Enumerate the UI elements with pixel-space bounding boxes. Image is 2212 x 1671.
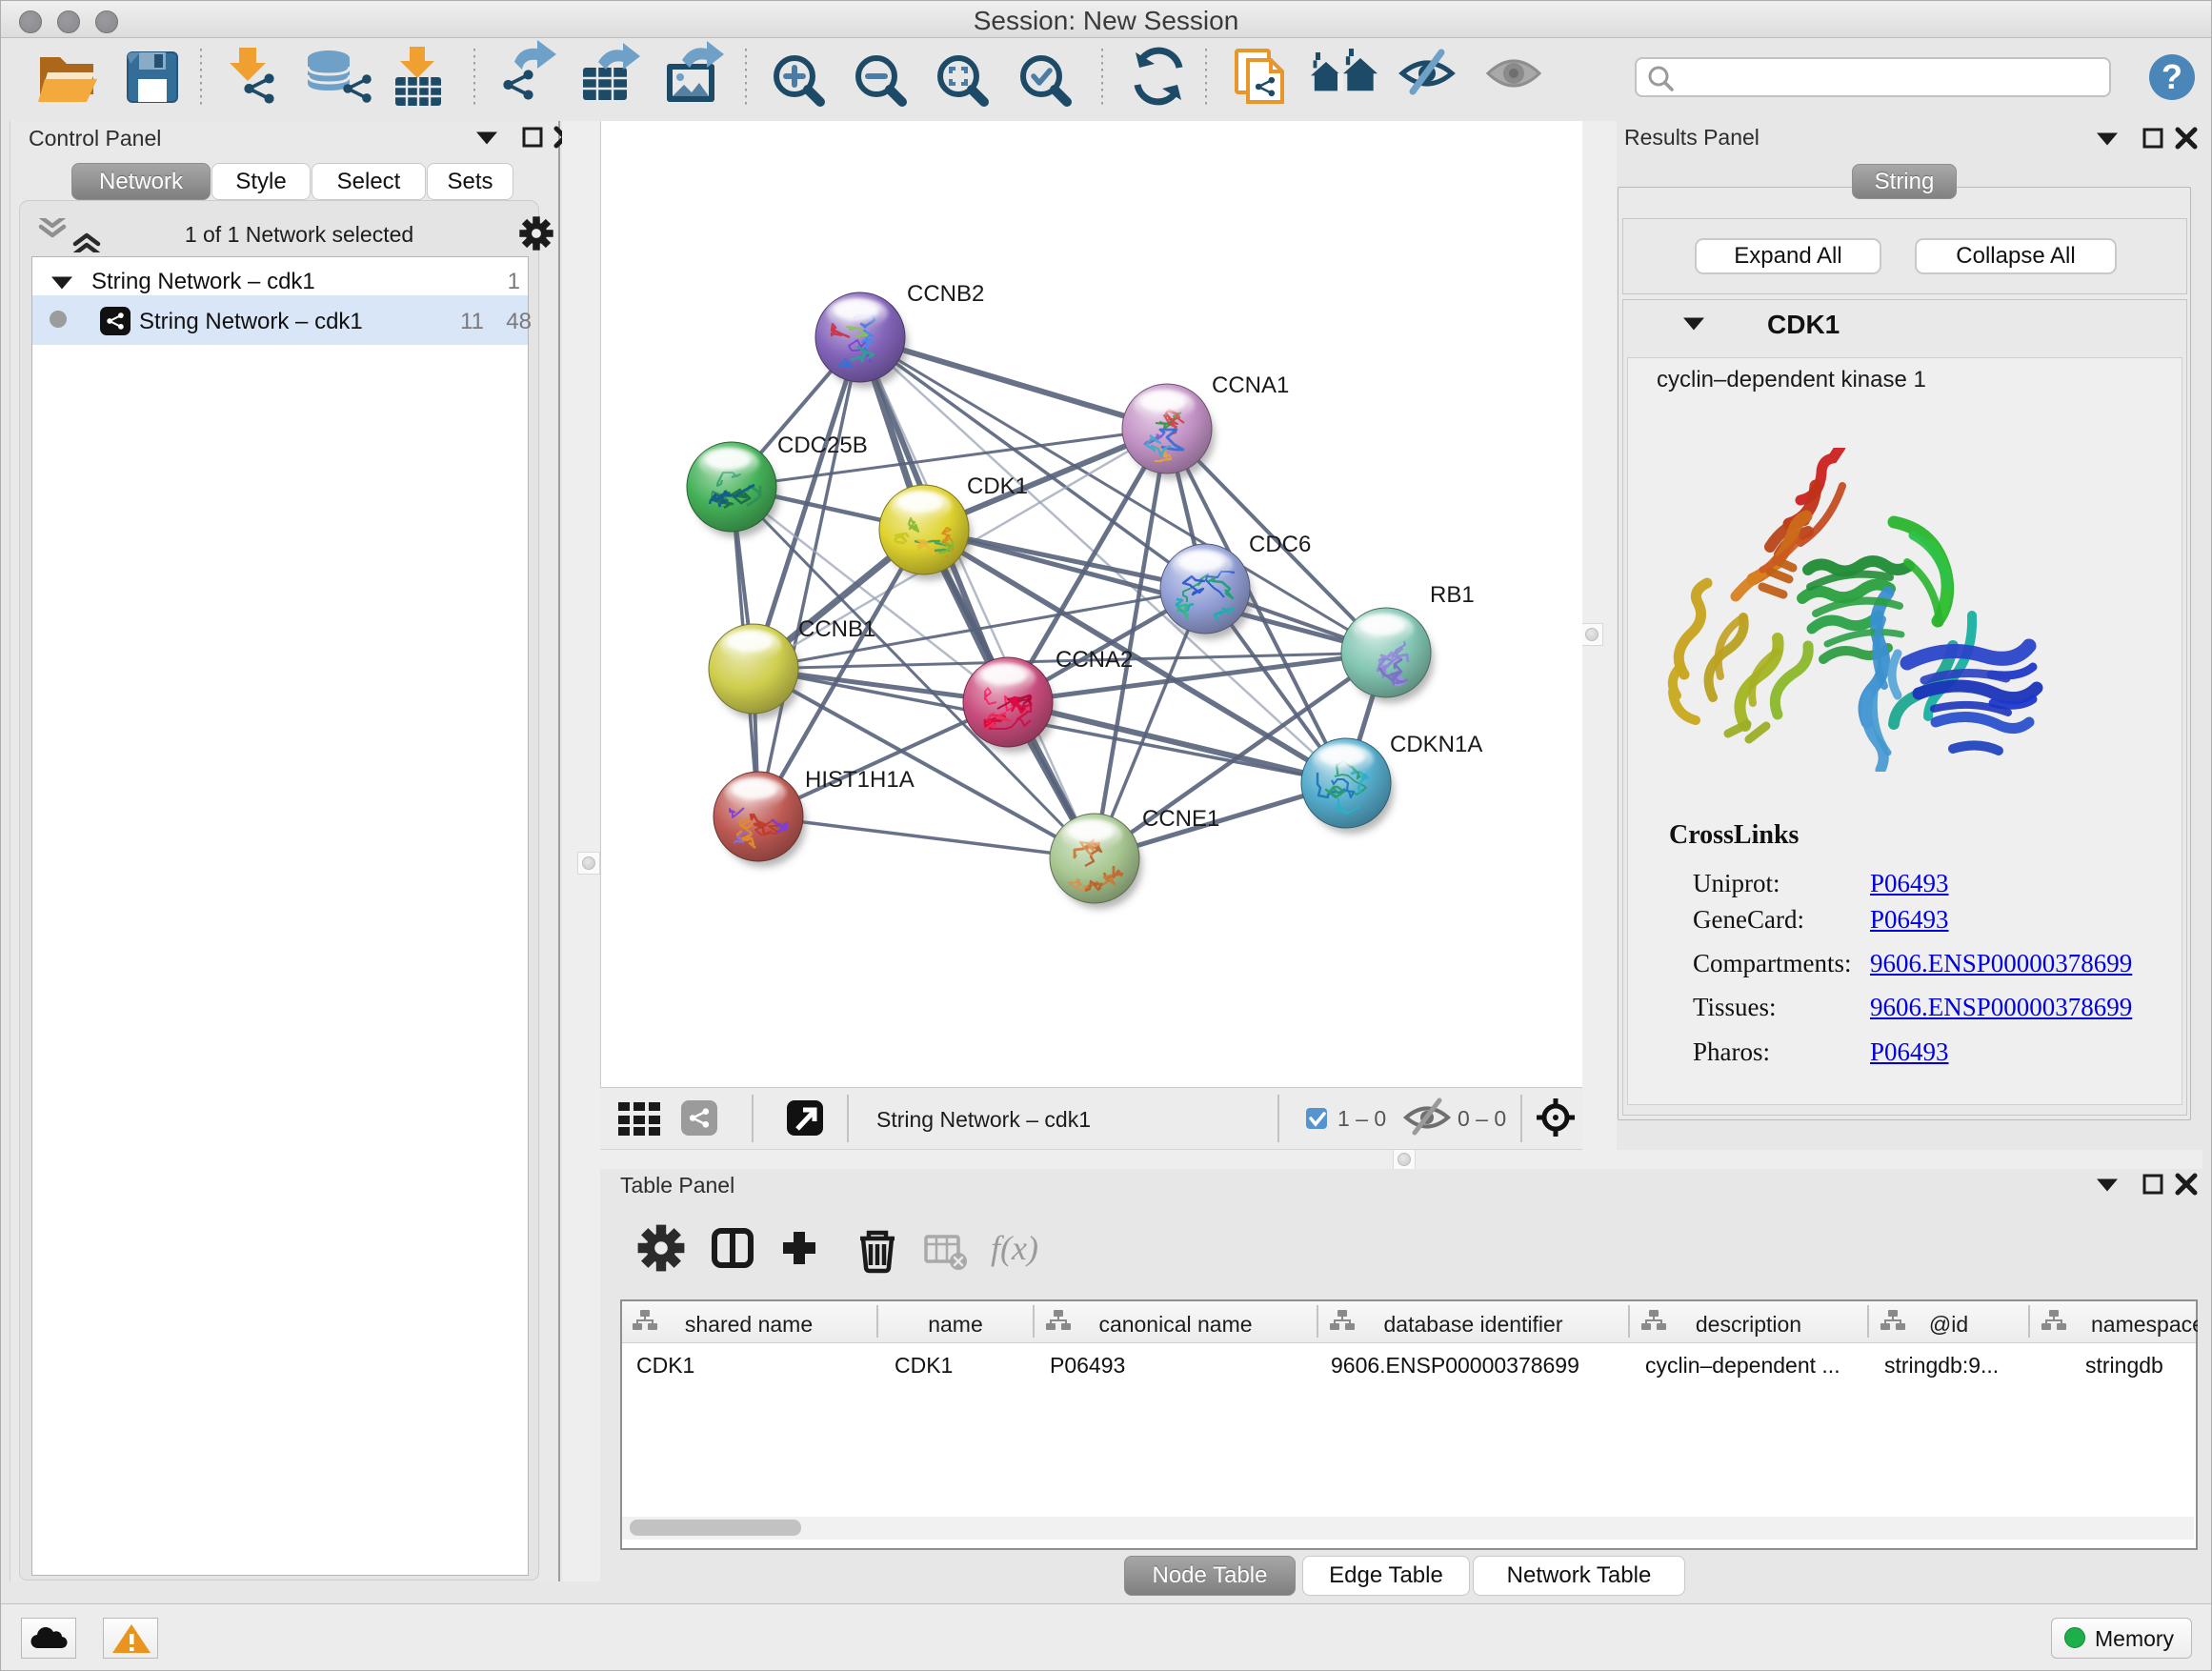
svg-text:1 – 0: 1 – 0 (1337, 1106, 1386, 1131)
svg-text:f(x): f(x) (991, 1229, 1038, 1267)
svg-text:CCNA2: CCNA2 (1056, 647, 1133, 673)
svg-text:CDK1: CDK1 (967, 473, 1028, 499)
svg-text:String Network – cdk1: String Network – cdk1 (876, 1107, 1091, 1132)
svg-text:CDK1: CDK1 (636, 1353, 694, 1378)
svg-text:HIST1H1A: HIST1H1A (805, 767, 915, 793)
svg-text:namespace: namespace (2091, 1312, 2198, 1337)
svg-text:?: ? (2162, 57, 2182, 96)
svg-text:database identifier: database identifier (1384, 1312, 1563, 1337)
svg-text:CCNA1: CCNA1 (1212, 372, 1289, 398)
svg-text:CCNB1: CCNB1 (798, 616, 875, 642)
svg-text:shared name: shared name (685, 1312, 813, 1337)
svg-text:CCNE1: CCNE1 (1142, 806, 1219, 832)
svg-text:P06493: P06493 (1050, 1353, 1125, 1378)
svg-text:stringdb: stringdb (2085, 1353, 2163, 1378)
svg-text:description: description (1696, 1312, 1801, 1337)
svg-text:CDC25B: CDC25B (777, 433, 868, 458)
svg-text:canonical name: canonical name (1098, 1312, 1252, 1337)
svg-text:RB1: RB1 (1430, 582, 1475, 608)
svg-text:stringdb:9...: stringdb:9... (1884, 1353, 1999, 1378)
svg-text:CDC6: CDC6 (1249, 532, 1311, 557)
svg-text:@id: @id (1929, 1312, 1968, 1337)
svg-text:9606.ENSP00000378699: 9606.ENSP00000378699 (1331, 1353, 1579, 1378)
svg-text:0 – 0: 0 – 0 (1458, 1106, 1506, 1131)
svg-text:cyclin–dependent ...: cyclin–dependent ... (1645, 1353, 1840, 1378)
svg-text:name: name (928, 1312, 983, 1337)
svg-text:CDK1: CDK1 (895, 1353, 953, 1378)
svg-text:CCNB2: CCNB2 (907, 281, 984, 307)
svg-text:CDKN1A: CDKN1A (1390, 732, 1482, 757)
